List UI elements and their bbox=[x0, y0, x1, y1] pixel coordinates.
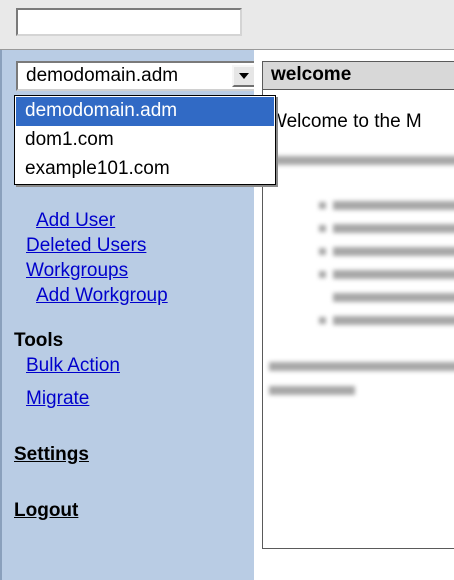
sidebar-link-add-workgroup[interactable]: Add Workgroup bbox=[36, 285, 168, 307]
blurred-text-line bbox=[269, 156, 454, 165]
main-content: welcome Welcome to the M bbox=[254, 50, 454, 580]
top-bar bbox=[0, 0, 454, 50]
domain-select-value: demodomain.adm bbox=[26, 65, 179, 86]
blurred-text-line bbox=[333, 224, 454, 233]
blurred-text-line bbox=[333, 247, 454, 256]
domain-select[interactable]: demodomain.adm bbox=[16, 61, 260, 91]
domain-dropdown-list: demodomain.adm dom1.com example101.com bbox=[14, 95, 276, 185]
sidebar-link-add-user[interactable]: Add User bbox=[36, 210, 115, 232]
domain-option[interactable]: example101.com bbox=[16, 155, 274, 184]
bullet-icon bbox=[319, 202, 326, 209]
bullet-icon bbox=[319, 225, 326, 232]
bullet-icon bbox=[319, 248, 326, 255]
app-window: demodomain.adm Add User Deleted Users Wo… bbox=[0, 0, 454, 580]
sidebar-link-bulk-action[interactable]: Bulk Action bbox=[26, 355, 120, 377]
blurred-text-line bbox=[333, 293, 454, 302]
blurred-content bbox=[263, 62, 454, 548]
blurred-text-line bbox=[333, 270, 454, 279]
blurred-text-line bbox=[333, 316, 454, 325]
sidebar-link-logout[interactable]: Logout bbox=[14, 500, 78, 522]
blurred-text-line bbox=[269, 386, 355, 395]
sidebar-link-settings[interactable]: Settings bbox=[14, 444, 89, 466]
welcome-panel: welcome Welcome to the M bbox=[262, 61, 454, 549]
blurred-text-line bbox=[333, 201, 454, 210]
chevron-down-icon[interactable] bbox=[232, 65, 256, 87]
bullet-icon bbox=[319, 271, 326, 278]
blurred-text-line bbox=[269, 362, 454, 371]
domain-option[interactable]: dom1.com bbox=[16, 126, 274, 155]
bullet-icon bbox=[319, 317, 326, 324]
search-input[interactable] bbox=[16, 8, 242, 36]
domain-option[interactable]: demodomain.adm bbox=[16, 97, 274, 126]
sidebar-link-migrate[interactable]: Migrate bbox=[26, 388, 89, 410]
sidebar-link-deleted-users[interactable]: Deleted Users bbox=[26, 235, 146, 257]
sidebar-link-workgroups[interactable]: Workgroups bbox=[26, 260, 128, 282]
tools-heading: Tools bbox=[14, 330, 64, 351]
